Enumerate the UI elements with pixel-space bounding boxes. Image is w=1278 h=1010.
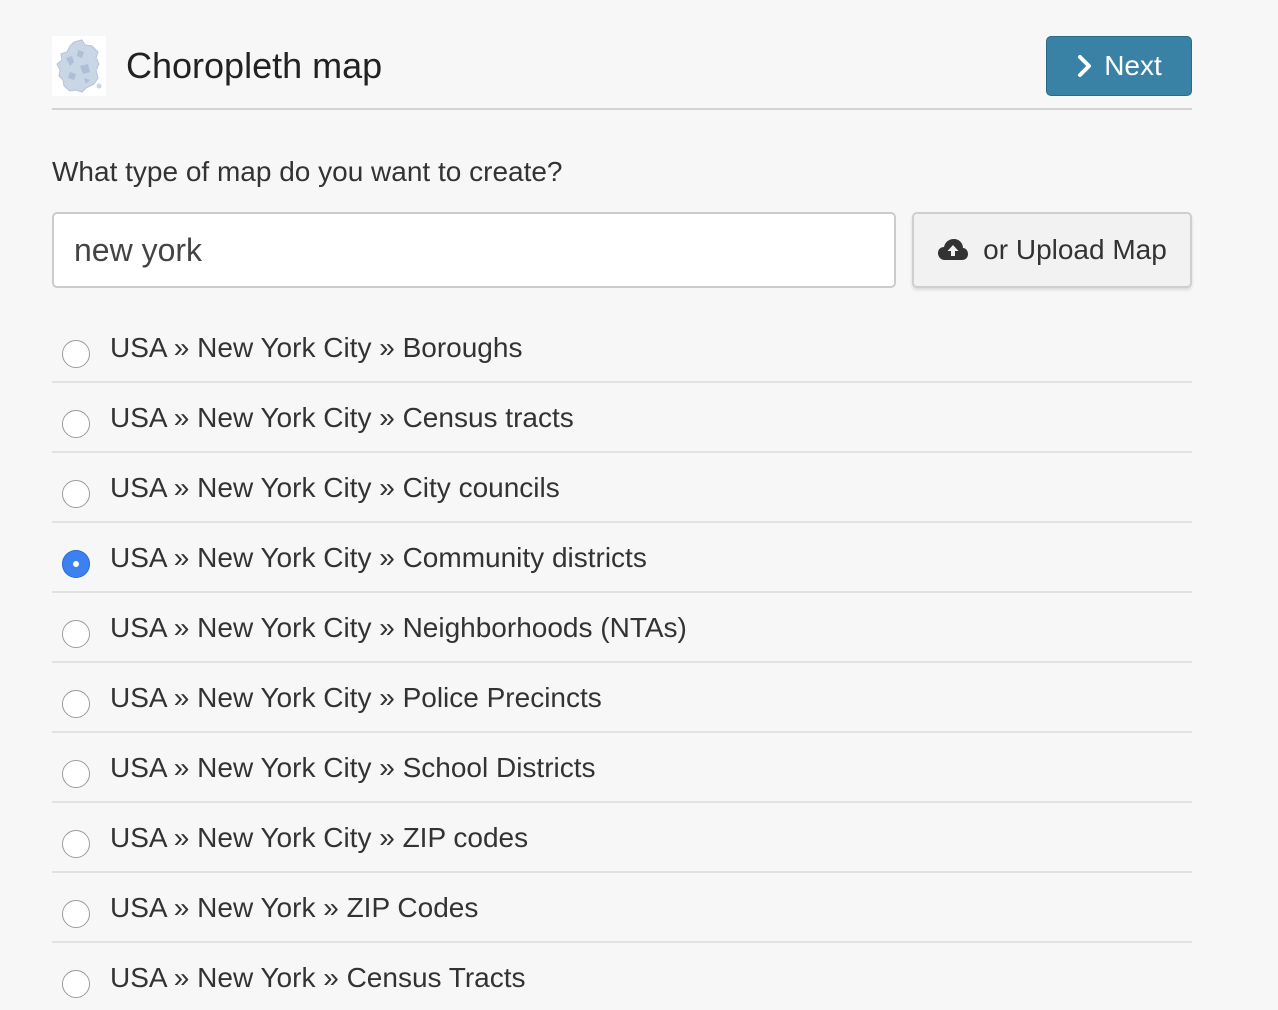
map-type-option[interactable]: USA » New York » ZIP Codes	[52, 873, 1192, 943]
cloud-upload-icon	[937, 238, 969, 262]
radio-button[interactable]	[62, 480, 90, 508]
map-type-list: USA » New York City » Boroughs USA » New …	[52, 313, 1192, 1010]
map-type-question: What type of map do you want to create?	[52, 156, 563, 187]
choropleth-map-page: Choropleth map Next What type of map do …	[0, 0, 1278, 1010]
radio-button[interactable]	[62, 900, 90, 928]
map-type-option-label: USA » New York City » ZIP codes	[110, 822, 529, 853]
map-type-option[interactable]: USA » New York City » Neighborhoods (NTA…	[52, 593, 1192, 663]
map-type-option[interactable]: USA » New York City » School Districts	[52, 733, 1192, 803]
page-title: Choropleth map	[126, 45, 383, 86]
upload-map-label: or Upload Map	[983, 234, 1167, 265]
radio-button[interactable]	[62, 690, 90, 718]
map-type-option[interactable]: USA » New York City » Police Precincts	[52, 663, 1192, 733]
map-type-option-label: USA » New York City » Community district…	[110, 542, 647, 573]
map-type-option-label: USA » New York City » Census tracts	[110, 402, 574, 433]
map-type-option-label: USA » New York City » Neighborhoods (NTA…	[110, 612, 687, 643]
map-type-option[interactable]: USA » New York City » Community district…	[52, 523, 1192, 593]
radio-button[interactable]	[62, 970, 90, 998]
map-type-option[interactable]: USA » New York City » Census tracts	[52, 383, 1192, 453]
france-map-icon	[52, 36, 106, 96]
map-type-option[interactable]: USA » New York City » ZIP codes	[52, 803, 1192, 873]
radio-button[interactable]	[62, 830, 90, 858]
map-search-input[interactable]	[52, 212, 896, 288]
map-type-option-label: USA » New York City » Boroughs	[110, 332, 523, 363]
next-button[interactable]: Next	[1046, 36, 1192, 96]
map-type-option-label: USA » New York » Census Tracts	[110, 962, 526, 993]
map-type-option[interactable]: USA » New York » Census Tracts	[52, 943, 1192, 1010]
next-button-label: Next	[1104, 50, 1162, 81]
map-type-option[interactable]: USA » New York City » City councils	[52, 453, 1192, 523]
page-header: Choropleth map Next	[52, 34, 1192, 110]
map-type-option-label: USA » New York » ZIP Codes	[110, 892, 479, 923]
upload-map-button[interactable]: or Upload Map	[912, 212, 1192, 288]
map-type-option-label: USA » New York City » City councils	[110, 472, 560, 503]
radio-button-selected[interactable]	[62, 550, 90, 578]
map-type-option-label: USA » New York City » Police Precincts	[110, 682, 602, 713]
radio-button[interactable]	[62, 410, 90, 438]
radio-button[interactable]	[62, 340, 90, 368]
map-type-option-label: USA » New York City » School Districts	[110, 752, 596, 783]
radio-button[interactable]	[62, 760, 90, 788]
chevron-right-icon	[1076, 54, 1092, 78]
map-type-option[interactable]: USA » New York City » Boroughs	[52, 313, 1192, 383]
radio-button[interactable]	[62, 620, 90, 648]
